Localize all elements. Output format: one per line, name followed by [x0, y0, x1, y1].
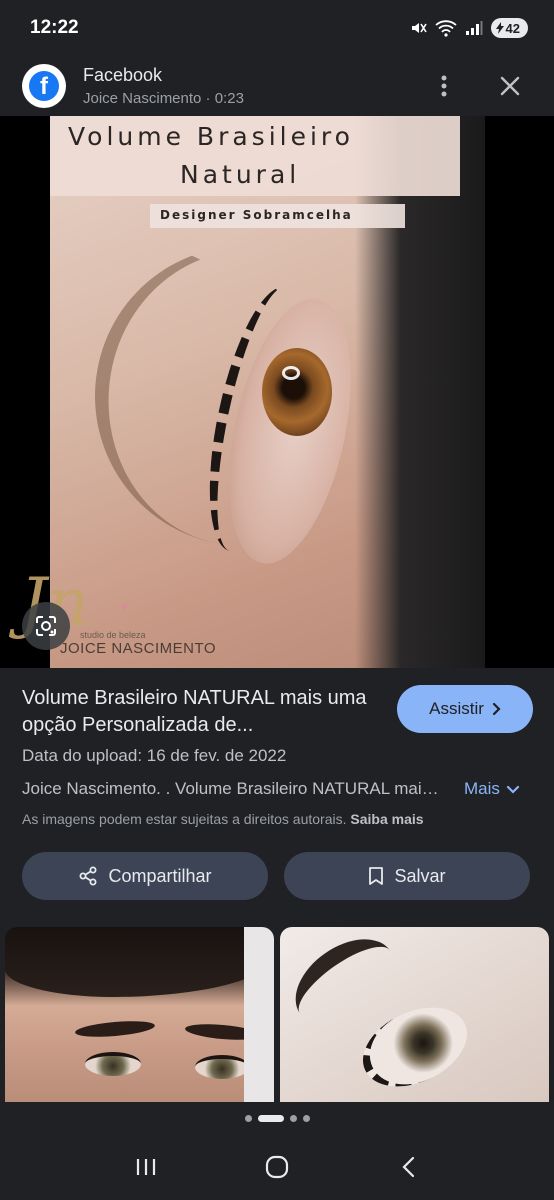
chevron-down-icon [506, 785, 520, 794]
result-title[interactable]: Volume Brasileiro NATURAL mais uma opção… [22, 685, 382, 739]
related-image-2[interactable] [280, 927, 549, 1102]
chevron-right-icon [492, 702, 501, 716]
related-image-1[interactable] [5, 927, 274, 1102]
recent-apps-button[interactable] [116, 1142, 176, 1192]
heart-icon: ♥ [121, 600, 129, 614]
copyright-notice: As imagens podem estar sujeitas a direit… [22, 811, 424, 827]
watermark-name: JOICE NASCIMENTO [60, 640, 217, 657]
page-dot-active [257, 1114, 284, 1122]
status-bar: 12:22 42 [0, 0, 554, 56]
save-button[interactable]: Salvar [284, 852, 530, 900]
battery-level: 42 [505, 20, 520, 36]
more-label: Mais [464, 779, 500, 798]
watermark-studio: studio de beleza [80, 630, 146, 640]
image-title-line1: Volume Brasileiro [68, 122, 354, 151]
share-label: Compartilhar [108, 865, 212, 886]
source-name: Facebook [83, 65, 163, 85]
page-dot [302, 1114, 310, 1122]
back-icon [402, 1156, 415, 1178]
recent-apps-icon [136, 1159, 155, 1175]
watch-label: Assistir [429, 699, 484, 718]
learn-more-link[interactable]: Saiba mais [350, 811, 423, 827]
google-lens-icon [36, 616, 56, 636]
eyelash-photo: Volume Brasileiro Natural Designer Sobra… [50, 116, 485, 668]
status-time: 12:22 [30, 17, 79, 38]
save-label: Salvar [394, 865, 446, 886]
mute-icon [409, 19, 427, 37]
bookmark-icon [369, 867, 384, 885]
back-button[interactable] [378, 1142, 438, 1192]
close-button[interactable] [488, 64, 532, 108]
page-dot [289, 1114, 297, 1122]
bolt-icon [495, 22, 504, 34]
share-button[interactable]: Compartilhar [22, 852, 268, 900]
page-indicator [0, 1112, 554, 1124]
google-lens-button[interactable] [22, 602, 70, 650]
image-title-line2: Natural [180, 160, 301, 189]
close-icon [500, 76, 520, 96]
main-image-viewer[interactable]: Volume Brasileiro Natural Designer Sobra… [0, 116, 554, 668]
battery-indicator: 42 [490, 18, 528, 38]
more-options-button[interactable] [422, 64, 466, 108]
page-dot [244, 1114, 252, 1122]
source-subtitle: Joice Nascimento · 0:23 [83, 90, 244, 107]
facebook-logo-icon[interactable]: f [22, 64, 66, 108]
system-navigation-bar [0, 1134, 554, 1200]
source-header: f Facebook Joice Nascimento · 0:23 [0, 56, 554, 116]
share-icon [79, 866, 97, 886]
upload-date: Data do upload: 16 de fev. de 2022 [22, 746, 287, 765]
description-text: Joice Nascimento. . Volume Brasileiro NA… [22, 779, 442, 798]
watch-button[interactable]: Assistir [397, 685, 533, 733]
home-icon [265, 1155, 289, 1179]
copyright-text: As imagens podem estar sujeitas a direit… [22, 811, 347, 827]
related-images [0, 927, 554, 1102]
home-button[interactable] [247, 1142, 307, 1192]
source-info[interactable]: Facebook Joice Nascimento · 0:23 [83, 63, 422, 109]
more-button[interactable]: Mais [464, 779, 520, 799]
status-icons: 42 [409, 18, 528, 38]
signal-icon [465, 20, 483, 36]
more-vert-icon [441, 75, 447, 97]
wifi-icon [434, 19, 457, 37]
image-subtitle: Designer Sobramcelha [160, 208, 353, 222]
